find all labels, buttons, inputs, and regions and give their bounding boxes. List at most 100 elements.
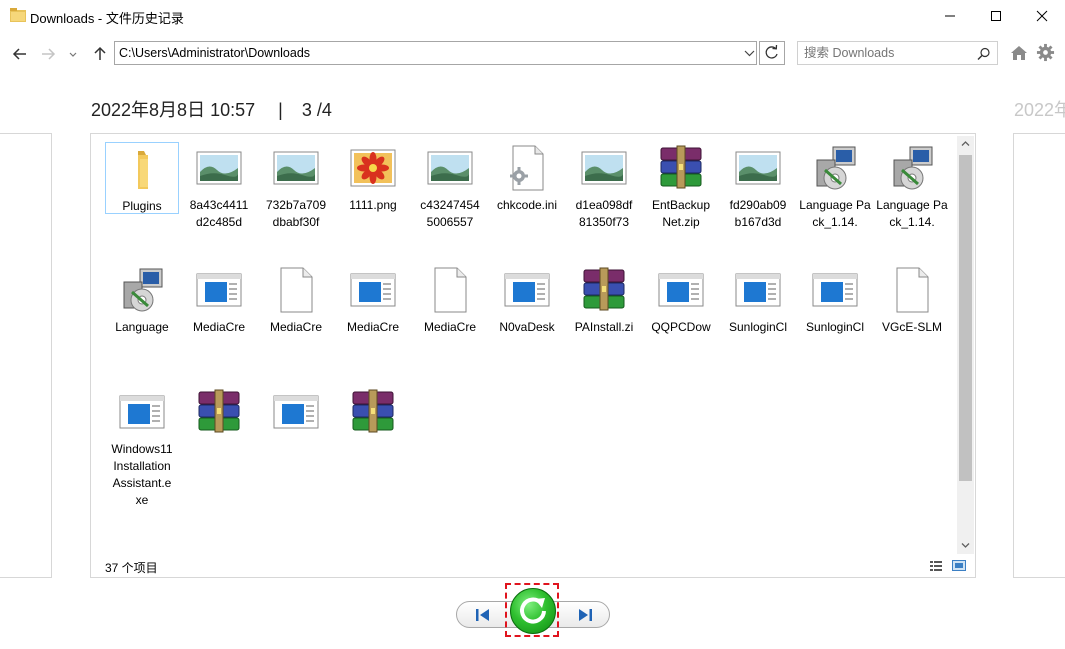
file-name: fd290ab09b167d3d bbox=[729, 198, 787, 229]
file-item[interactable]: MediaCre bbox=[413, 266, 487, 336]
blank-file-icon bbox=[426, 266, 474, 314]
file-item[interactable]: 732b7a709dbabf30f bbox=[259, 144, 333, 231]
image-file-icon bbox=[426, 144, 474, 192]
file-item[interactable] bbox=[336, 388, 410, 441]
file-name: 1111.png bbox=[349, 198, 397, 212]
exe-window-icon bbox=[118, 388, 166, 436]
file-item[interactable]: Language Pack_1.14. bbox=[875, 144, 949, 231]
image-file-icon bbox=[734, 144, 782, 192]
address-dropdown-chevron-icon[interactable] bbox=[741, 41, 758, 65]
address-bar[interactable]: C:\Users\Administrator\Downloads bbox=[114, 41, 757, 65]
exe-window-icon bbox=[734, 266, 782, 314]
restore-button[interactable] bbox=[510, 588, 556, 634]
next-version-button[interactable] bbox=[572, 604, 598, 626]
next-snapshot-panel[interactable] bbox=[1013, 133, 1065, 578]
file-item[interactable]: N0vaDesk bbox=[490, 266, 564, 336]
file-item[interactable] bbox=[259, 388, 333, 441]
file-name: QQPCDow bbox=[651, 320, 711, 334]
file-name: c432474545006557 bbox=[420, 198, 480, 229]
file-name: EntBackupNet.zip bbox=[651, 198, 711, 229]
file-item[interactable]: fd290ab09b167d3d bbox=[721, 144, 795, 231]
file-item[interactable]: 8a43c4411d2c485d bbox=[182, 144, 256, 231]
image-file-icon bbox=[195, 144, 243, 192]
file-item[interactable]: EntBackupNet.zip bbox=[644, 144, 718, 231]
snapshot-page-indicator: 3 /4 bbox=[301, 100, 332, 120]
folder-icon bbox=[118, 145, 166, 193]
image-file-icon bbox=[580, 144, 628, 192]
next-snapshot-date-preview[interactable]: 2022年 bbox=[1014, 96, 1065, 122]
minimize-icon bbox=[945, 15, 955, 17]
winrar-archive-icon bbox=[349, 388, 397, 436]
file-item[interactable]: MediaCre bbox=[182, 266, 256, 336]
scroll-up-icon[interactable] bbox=[961, 140, 970, 147]
back-arrow-icon[interactable] bbox=[10, 44, 30, 64]
file-name: VGcE-SLM bbox=[881, 320, 942, 334]
file-item[interactable]: QQPCDow bbox=[644, 266, 718, 336]
snapshot-date-header: 2022年8月8日 10:57 | 3 /4 bbox=[91, 96, 332, 122]
large-icons-view-icon[interactable] bbox=[952, 559, 966, 572]
skip-previous-icon bbox=[476, 609, 489, 621]
file-name: d1ea098df81350f73 bbox=[575, 198, 633, 229]
file-item[interactable]: SunloginCl bbox=[798, 266, 872, 336]
window-title: Downloads - 文件历史记录 bbox=[30, 11, 184, 26]
minimize-button[interactable] bbox=[927, 0, 973, 32]
previous-version-button[interactable] bbox=[470, 604, 496, 626]
refresh-icon bbox=[765, 44, 778, 59]
home-icon[interactable] bbox=[1010, 44, 1028, 62]
recent-locations-chevron-icon[interactable] bbox=[63, 44, 83, 64]
previous-snapshot-panel[interactable] bbox=[0, 133, 52, 578]
installer-icon bbox=[118, 266, 166, 314]
scroll-down-icon[interactable] bbox=[961, 542, 970, 549]
search-input[interactable] bbox=[804, 46, 964, 60]
exe-window-icon bbox=[272, 388, 320, 436]
file-name: MediaCre bbox=[269, 320, 323, 334]
up-arrow-icon[interactable] bbox=[90, 44, 110, 64]
refresh-button[interactable] bbox=[759, 41, 785, 65]
close-button[interactable] bbox=[1019, 0, 1065, 32]
scrollbar-thumb[interactable] bbox=[959, 155, 972, 481]
file-name: SunloginCl bbox=[805, 320, 865, 334]
installer-icon bbox=[811, 144, 859, 192]
search-icon bbox=[977, 47, 990, 60]
file-item[interactable]: VGcE-SLM bbox=[875, 266, 949, 336]
file-item[interactable]: d1ea098df81350f73 bbox=[567, 144, 641, 231]
details-view-icon[interactable] bbox=[929, 559, 943, 572]
file-name: Plugins bbox=[122, 199, 162, 213]
maximize-icon bbox=[991, 11, 1001, 21]
search-box[interactable] bbox=[797, 41, 998, 65]
winrar-archive-icon bbox=[195, 388, 243, 436]
image-file-icon bbox=[272, 144, 320, 192]
gear-icon[interactable] bbox=[1036, 43, 1055, 62]
exe-window-icon bbox=[349, 266, 397, 314]
file-item[interactable]: Plugins bbox=[105, 142, 179, 214]
file-name: Windows11InstallationAssistant.exe bbox=[111, 442, 173, 507]
blank-file-icon bbox=[272, 266, 320, 314]
header-separator: | bbox=[278, 100, 283, 120]
file-item[interactable]: Language Pack_1.14. bbox=[798, 144, 872, 231]
png-flower-icon bbox=[349, 144, 397, 192]
title-bar: Downloads - 文件历史记录 bbox=[0, 0, 1065, 32]
file-item[interactable]: Windows11InstallationAssistant.exe bbox=[105, 388, 179, 509]
maximize-button[interactable] bbox=[973, 0, 1019, 32]
file-item[interactable] bbox=[182, 388, 256, 441]
file-item[interactable]: Language bbox=[105, 266, 179, 336]
ini-settings-icon bbox=[503, 144, 551, 192]
file-item[interactable]: MediaCre bbox=[336, 266, 410, 336]
skip-next-icon bbox=[579, 609, 592, 621]
file-item[interactable]: 1111.png bbox=[336, 144, 410, 214]
file-item[interactable]: c432474545006557 bbox=[413, 144, 487, 231]
file-item[interactable]: SunloginCl bbox=[721, 266, 795, 336]
item-count: 37 个项目 bbox=[105, 561, 158, 575]
folder-icon bbox=[10, 8, 26, 22]
forward-arrow-icon[interactable] bbox=[38, 44, 58, 64]
winrar-archive-icon bbox=[580, 266, 628, 314]
installer-icon bbox=[888, 144, 936, 192]
exe-window-icon bbox=[195, 266, 243, 314]
file-item[interactable]: PAInstall.zi bbox=[567, 266, 641, 336]
exe-window-icon bbox=[503, 266, 551, 314]
file-name: chkcode.ini bbox=[496, 198, 558, 212]
address-path: C:\Users\Administrator\Downloads bbox=[119, 46, 311, 60]
file-name: 732b7a709dbabf30f bbox=[265, 198, 327, 229]
file-item[interactable]: chkcode.ini bbox=[490, 144, 564, 214]
file-item[interactable]: MediaCre bbox=[259, 266, 333, 336]
